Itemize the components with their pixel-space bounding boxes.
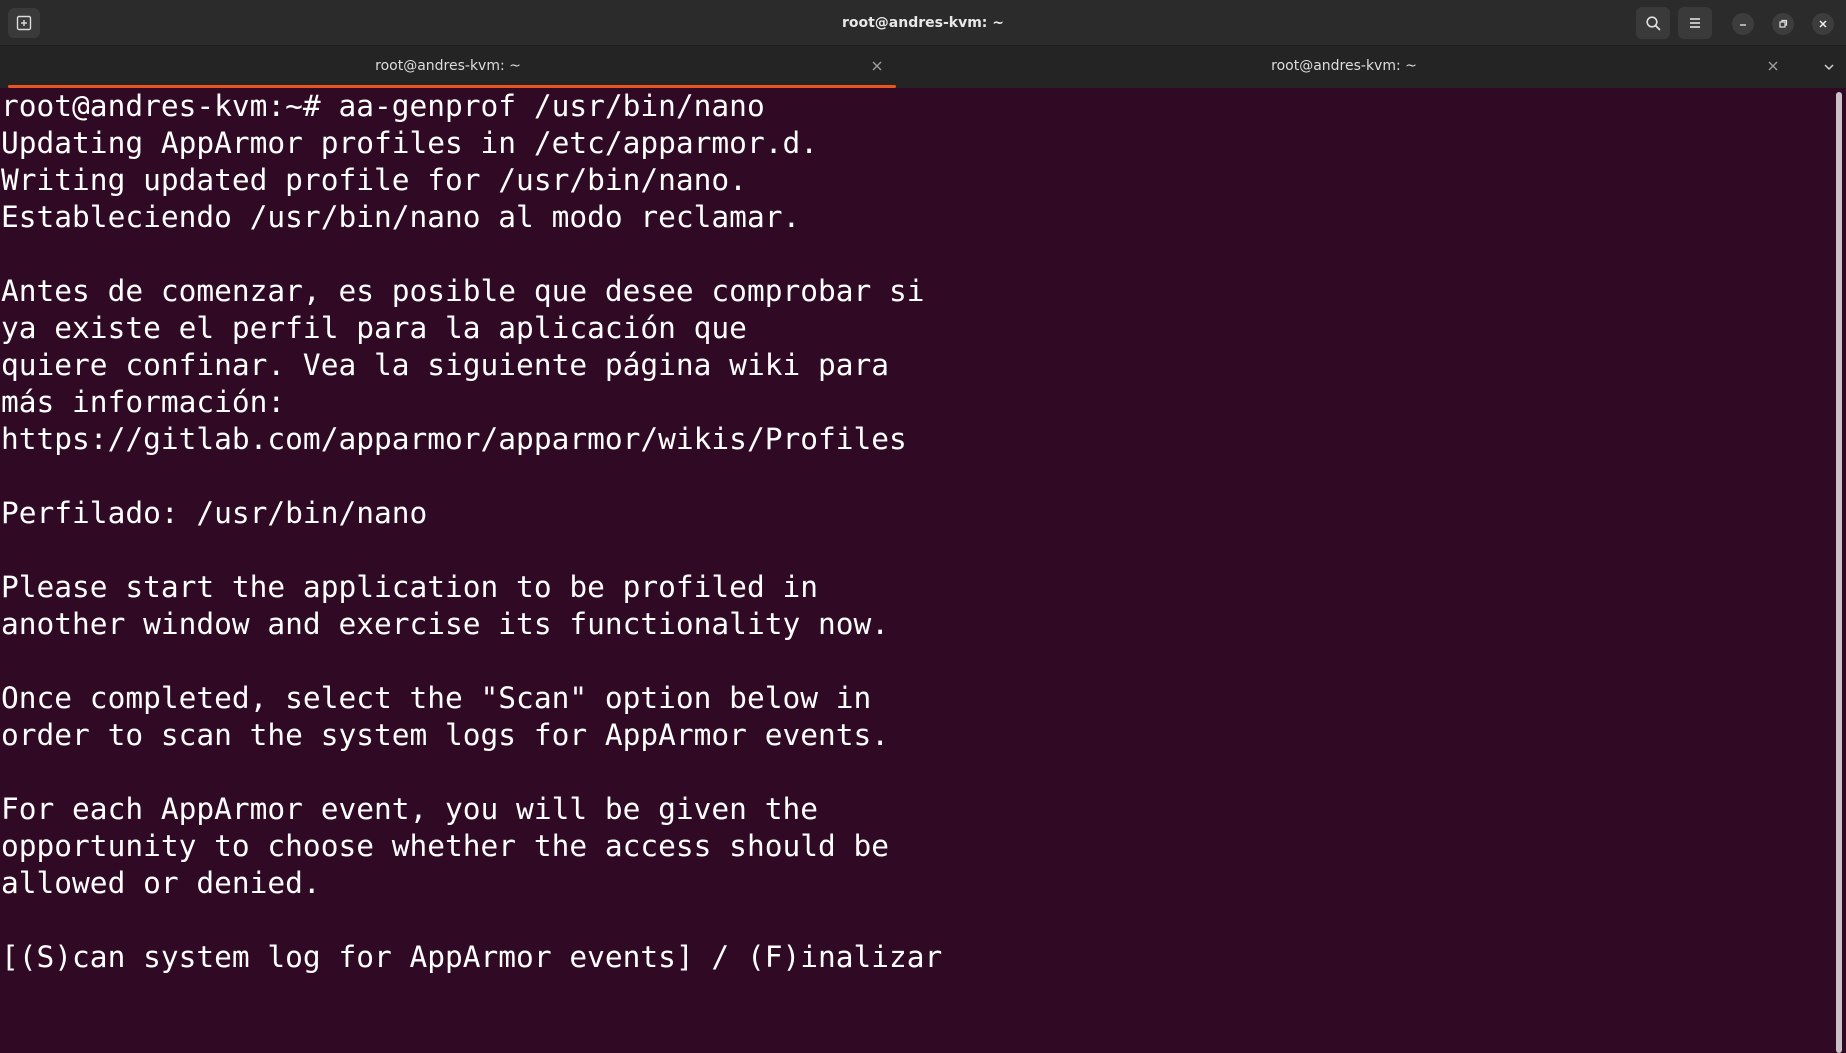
search-button[interactable] bbox=[1636, 7, 1670, 39]
search-icon bbox=[1645, 15, 1661, 31]
tab-close-button[interactable] bbox=[870, 59, 884, 73]
terminal-line: Once completed, select the "Scan" option… bbox=[1, 681, 872, 715]
terminal-line: [(S)can system log for AppArmor events] … bbox=[1, 940, 943, 974]
close-icon bbox=[872, 61, 882, 71]
terminal-line: For each AppArmor event, you will be giv… bbox=[1, 792, 818, 826]
terminal-line: opportunity to choose whether the access… bbox=[1, 829, 890, 863]
terminal-line: más información: bbox=[1, 385, 286, 419]
terminal-line: ya existe el perfil para la aplicación q… bbox=[1, 311, 747, 345]
terminal-line: Writing updated profile for /usr/bin/nan… bbox=[1, 163, 747, 197]
terminal-line: another window and exercise its function… bbox=[1, 607, 890, 641]
tab-label: root@andres-kvm: ~ bbox=[375, 58, 521, 74]
menu-button[interactable] bbox=[1678, 7, 1712, 39]
minimize-button[interactable] bbox=[1732, 13, 1754, 35]
terminal-line: quiere confinar. Vea la siguiente página… bbox=[1, 348, 890, 382]
terminal-line: Updating AppArmor profiles in /etc/appar… bbox=[1, 126, 818, 160]
terminal-line: Antes de comenzar, es posible que desee … bbox=[1, 274, 925, 308]
terminal-line: Please start the application to be profi… bbox=[1, 570, 818, 604]
terminal-line: https://gitlab.com/apparmor/apparmor/wik… bbox=[1, 422, 907, 456]
tab-label: root@andres-kvm: ~ bbox=[1271, 58, 1417, 74]
tab-close-button[interactable] bbox=[1766, 59, 1780, 73]
chevron-down-icon bbox=[1823, 61, 1835, 73]
window-title: root@andres-kvm: ~ bbox=[841, 15, 1005, 31]
close-button[interactable] bbox=[1812, 13, 1834, 35]
tab-bar: root@andres-kvm: ~ root@andres-kvm: ~ bbox=[0, 46, 1846, 88]
title-bar: root@andres-kvm: ~ bbox=[0, 0, 1846, 46]
terminal-line: Estableciendo /usr/bin/nano al modo recl… bbox=[1, 200, 801, 234]
close-icon bbox=[1818, 19, 1828, 29]
terminal-line: root@andres-kvm:~# aa-genprof /usr/bin/n… bbox=[1, 89, 765, 123]
terminal-window: root@andres-kvm: ~ root@andres-kvm: ~ ro… bbox=[0, 0, 1846, 1053]
tab-2[interactable]: root@andres-kvm: ~ bbox=[896, 46, 1792, 88]
terminal-line: allowed or denied. bbox=[1, 866, 321, 900]
maximize-button[interactable] bbox=[1772, 13, 1794, 35]
minimize-icon bbox=[1738, 19, 1748, 29]
close-icon bbox=[1768, 61, 1778, 71]
terminal-line: Perfilado: /usr/bin/nano bbox=[1, 496, 428, 530]
restore-icon bbox=[1778, 19, 1788, 29]
scrollbar[interactable] bbox=[1836, 92, 1842, 1053]
tab-list-button[interactable] bbox=[1820, 58, 1838, 76]
terminal-output[interactable]: root@andres-kvm:~# aa-genprof /usr/bin/n… bbox=[0, 88, 1832, 1053]
hamburger-menu-icon bbox=[1688, 16, 1702, 30]
tab-1[interactable]: root@andres-kvm: ~ bbox=[0, 46, 896, 88]
terminal-line: order to scan the system logs for AppArm… bbox=[1, 718, 890, 752]
